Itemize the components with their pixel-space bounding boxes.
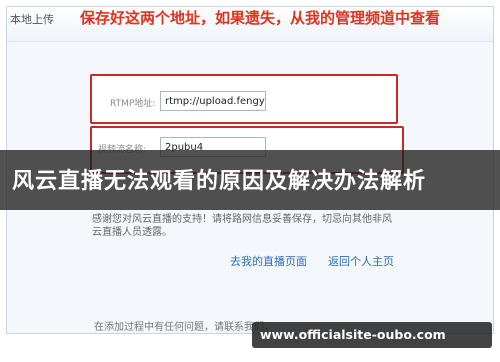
rtmp-address-label: RTMP地址: bbox=[110, 99, 156, 109]
help-message: 感谢您对风云直播的支持！请将路网信息妥善保存，切忌向其他非风云直播人员透露。 bbox=[92, 214, 392, 238]
footer-help-text: 在添加过程中有任何问题，请联系我们， bbox=[94, 322, 274, 333]
tab-local-upload[interactable]: 本地上传 bbox=[10, 11, 54, 27]
go-live-page-link[interactable]: 去我的直播页面 bbox=[230, 253, 307, 269]
article-title: 风云直播无法观看的原因及解决办法解析 bbox=[12, 169, 427, 194]
save-address-notice: 保存好这两个地址，如果遗失，从我的管理频道中查看 bbox=[80, 9, 441, 27]
watermark-text: www.officialsite-oubo.com bbox=[260, 327, 446, 342]
back-personal-link[interactable]: 返回个人主页 bbox=[328, 253, 394, 269]
rtmp-address-field[interactable]: rtmp://upload.fengyu bbox=[160, 91, 266, 111]
